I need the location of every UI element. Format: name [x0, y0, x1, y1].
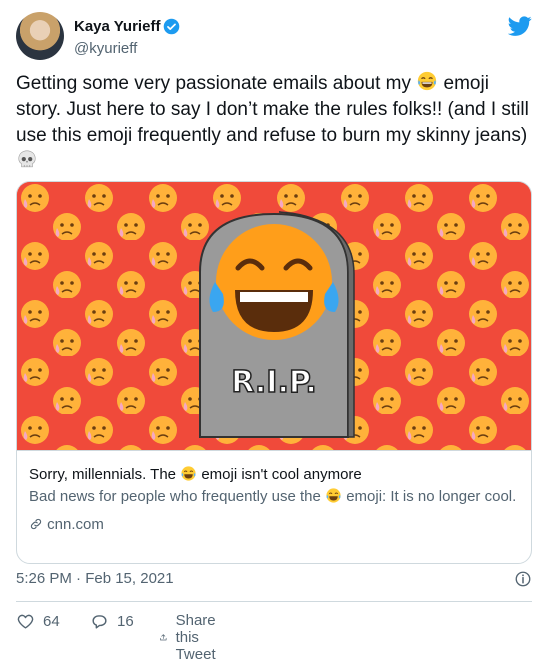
reply-icon: [92, 615, 107, 629]
author-name[interactable]: Kaya Yurieff: [74, 18, 160, 35]
divider: [16, 601, 532, 602]
timestamp[interactable]: 5:26 PM · Feb 15, 2021: [16, 570, 174, 587]
link-card[interactable]: R.I.P. Sorry, millennials. The emoji isn…: [16, 181, 532, 564]
card-title-part1: Sorry, millennials. The: [29, 466, 181, 483]
verified-badge-icon: [163, 18, 180, 35]
card-desc-part2: emoji: It is no longer cool.: [342, 488, 517, 505]
card-description: Bad news for people who frequently use t…: [29, 487, 519, 507]
author-handle[interactable]: @kyurieff: [74, 40, 137, 57]
card-domain[interactable]: cnn.com: [29, 515, 519, 535]
link-icon: [30, 518, 42, 530]
reply-button[interactable]: 16: [90, 612, 134, 631]
like-button[interactable]: 64: [16, 612, 60, 631]
face-with-tears-of-joy-emoji: [181, 466, 196, 481]
tweet-text-part1: Getting some very passionate emails abou…: [16, 73, 417, 94]
heart-icon: [17, 614, 34, 629]
face-with-tears-of-joy-emoji: [326, 488, 341, 503]
avatar[interactable]: [16, 12, 64, 60]
skull-emoji: [18, 150, 36, 168]
card-title[interactable]: Sorry, millennials. The emoji isn't cool…: [29, 465, 519, 485]
info-icon[interactable]: [514, 570, 532, 588]
face-with-tears-of-joy-emoji: [418, 71, 437, 91]
card-body[interactable]: Sorry, millennials. The emoji isn't cool…: [29, 465, 519, 535]
tweet-text: Getting some very passionate emails abou…: [16, 70, 532, 176]
card-image-illustration: R.I.P.: [17, 182, 531, 450]
like-count: 64: [43, 613, 60, 630]
card-domain-text: cnn.com: [47, 516, 104, 533]
tweet-card: Kaya Yurieff @kyurieff Getting some very…: [0, 0, 548, 663]
card-image[interactable]: R.I.P.: [17, 182, 531, 451]
card-image-text: R.I.P.: [231, 365, 317, 400]
reply-count: 16: [117, 613, 134, 630]
tweet-header: Kaya Yurieff @kyurieff: [16, 12, 532, 62]
card-desc-part1: Bad news for people who frequently use t…: [29, 488, 326, 505]
card-title-part2: emoji isn't cool anymore: [197, 466, 362, 483]
twitter-bird-icon[interactable]: [508, 14, 532, 38]
